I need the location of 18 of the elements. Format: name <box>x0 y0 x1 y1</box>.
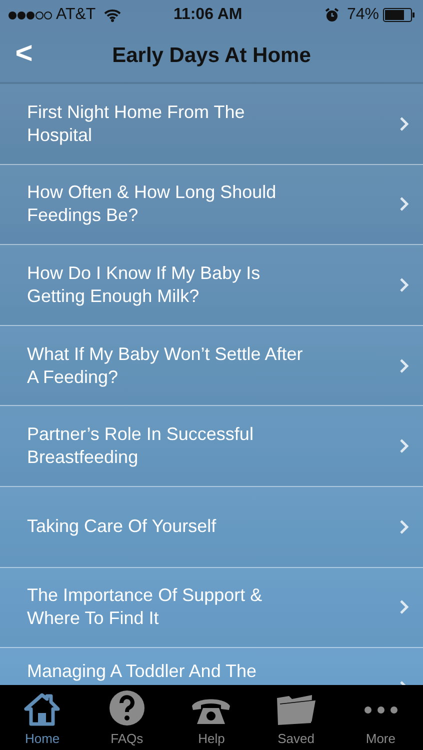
list-row[interactable]: Managing A Toddler And The <box>0 648 423 685</box>
tab-bar-item[interactable]: Help <box>169 685 254 750</box>
list-row[interactable]: How Do I Know If My Baby Is Getting Enough Milk? <box>0 245 423 326</box>
list-row[interactable]: The Importance Of Support & Where To Find It <box>0 568 423 648</box>
status-time: 11:06 AM <box>172 5 244 25</box>
carrier-name: AT&T <box>56 5 96 25</box>
list-row[interactable]: First Night Home From The Hospital <box>0 84 423 165</box>
tab-bar-item[interactable]: Saved <box>254 685 338 750</box>
list-row[interactable]: What If My Baby Won’t Settle After A Feeding? <box>0 326 423 406</box>
screen-title: Early Days At Home <box>111 43 312 70</box>
list-row[interactable]: Partner’s Role In Successful Breastfeeding <box>0 406 423 487</box>
back-button[interactable]: < <box>0 39 40 73</box>
battery-percent: 74% <box>346 5 379 25</box>
tab-bar-item[interactable]: FAQs <box>84 685 170 750</box>
list-row[interactable]: How Often & How Long Should Feedings Be? <box>0 164 423 246</box>
list-row[interactable]: Taking Care Of Yourself <box>0 486 423 568</box>
tab-bar-item[interactable]: Home <box>0 685 85 750</box>
tab-bar-item[interactable]: More <box>338 685 423 750</box>
